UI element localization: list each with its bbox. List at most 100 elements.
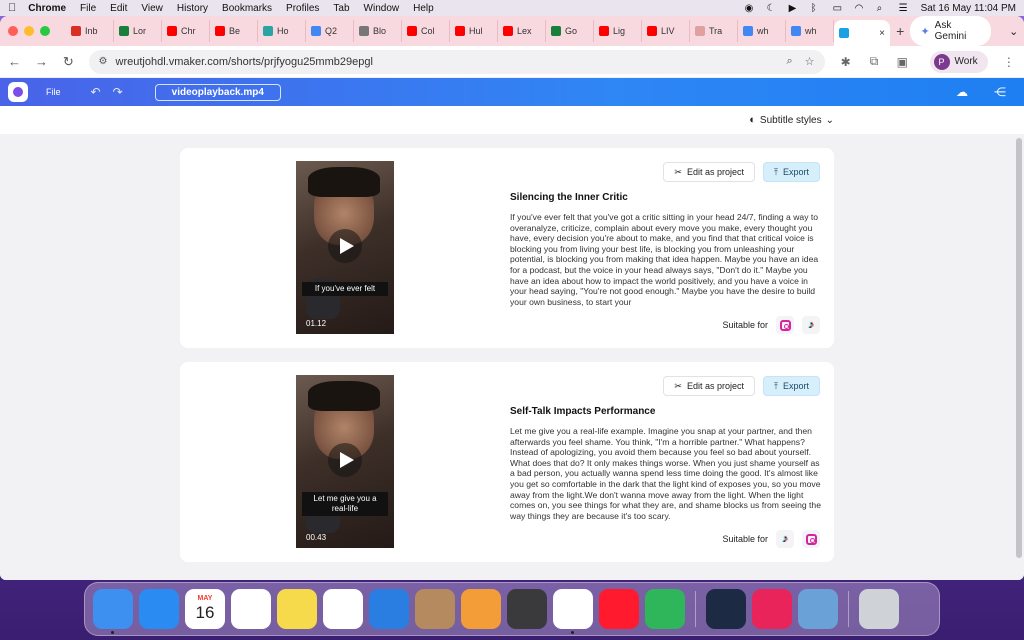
tab-favicon-icon [695,26,705,36]
browser-tab[interactable]: Lex [498,20,546,42]
share-icon[interactable]: ⋲ [994,85,1006,99]
reload-icon[interactable]: ↻ [62,54,75,70]
reading-list-icon[interactable]: ▣ [895,55,909,69]
dock-opera-icon[interactable] [599,589,639,629]
edit-as-project-button[interactable]: ✂ Edit as project [663,162,755,182]
menu-profiles[interactable]: Profiles [286,3,319,14]
zoom-icon[interactable]: ⌕ [786,55,792,68]
close-tab-icon[interactable]: × [879,28,885,39]
dock-quicktime-icon[interactable] [706,589,746,629]
browser-tab[interactable]: Inb [66,20,114,42]
zoom-window-button[interactable] [40,26,50,36]
browser-tab[interactable]: LIV [642,20,690,42]
menu-history[interactable]: History [177,3,208,14]
back-icon[interactable]: ← [8,54,21,69]
browser-tab[interactable]: Tra [690,20,738,42]
new-tab-button[interactable]: + [890,23,910,39]
url-text[interactable]: wreutjohdl.vmaker.com/shorts/prjfyogu25m… [116,56,373,68]
forward-icon[interactable]: → [35,54,48,69]
control-center-icon[interactable]: ☰ [899,3,911,14]
dock-notes-icon[interactable] [277,589,317,629]
dock-safari-icon[interactable] [139,589,179,629]
instagram-icon[interactable] [802,530,820,548]
dock-contacts-icon[interactable] [415,589,455,629]
avatar: P [933,53,950,70]
browser-tab[interactable]: Go [546,20,594,42]
browser-tab[interactable]: Lor [114,20,162,42]
edit-label: Edit as project [686,381,744,391]
site-info-icon[interactable]: ⚙ [99,56,108,67]
video-thumbnail[interactable]: If you've ever felt 01.12 [296,161,394,334]
dock-reminders-icon[interactable] [231,589,271,629]
browser-tab[interactable]: Chr [162,20,210,42]
browser-tab[interactable]: Col [402,20,450,42]
browser-tab[interactable]: Ho [258,20,306,42]
screen-record-icon[interactable]: ◉ [745,3,757,14]
menu-tab[interactable]: Tab [333,3,349,14]
instagram-icon[interactable] [776,316,794,334]
video-thumbnail[interactable]: Let me give you a real-life 00.43 [296,375,394,548]
browser-tab[interactable]: Lig [594,20,642,42]
dock-calculator-icon[interactable] [507,589,547,629]
browser-tab[interactable]: wh [738,20,786,42]
redo-icon[interactable]: ↷ [113,85,123,99]
dock-creative-cloud-icon[interactable] [752,589,792,629]
ask-gemini-button[interactable]: ✦ Ask Gemini [910,16,992,46]
menu-window[interactable]: Window [364,3,400,14]
battery-icon[interactable]: ▭ [833,3,845,14]
browser-tab[interactable]: Hul [450,20,498,42]
play-icon[interactable] [328,443,362,477]
tiktok-icon[interactable]: ♪ [802,316,820,334]
tab-label: Ho [277,26,289,36]
subtitle-styles-button[interactable]: Subtitle styles [760,115,822,126]
browser-tab[interactable]: Blo [354,20,402,42]
extension-icon[interactable]: ✱ [839,55,853,69]
profile-button[interactable]: P Work [929,50,988,73]
extensions-puzzle-icon[interactable]: ⧉ [867,54,881,69]
tiktok-icon[interactable]: ♪ [776,530,794,548]
scrollbar[interactable] [1016,138,1022,558]
dock-chrome-icon[interactable] [553,589,593,634]
edit-as-project-button[interactable]: ✂ Edit as project [663,376,755,396]
apple-menu-icon[interactable]:  [8,2,16,14]
dock-calendar-icon[interactable]: MAY 16 [185,589,225,629]
dock-trash-icon[interactable] [859,589,899,629]
menu-edit[interactable]: Edit [110,3,127,14]
browser-tab[interactable]: Be [210,20,258,42]
dock-pages-icon[interactable] [461,589,501,629]
cloud-upload-icon[interactable]: ☁ [956,85,968,99]
dock-numbers-icon[interactable] [645,589,685,629]
chevron-down-icon[interactable]: ⌄ [826,115,834,126]
tab-search-icon[interactable]: ⌄ [1009,25,1024,38]
address-bar[interactable]: ⚙ wreutjohdl.vmaker.com/shorts/prjfyogu2… [88,49,825,74]
menu-help[interactable]: Help [413,3,434,14]
export-button[interactable]: ⤒ Export [763,162,820,182]
undo-icon[interactable]: ↶ [91,85,101,99]
menu-app-name[interactable]: Chrome [28,3,66,14]
bookmark-star-icon[interactable]: ☆ [805,55,815,68]
dock-keynote-icon[interactable] [369,589,409,629]
wifi-icon[interactable]: ◠ [855,3,867,14]
dock-freeform-icon[interactable] [323,589,363,629]
spotlight-icon[interactable]: ⌕ [877,3,889,14]
active-browser-tab[interactable]: × [834,20,890,46]
export-button[interactable]: ⤒ Export [763,376,820,396]
menu-file[interactable]: File [80,3,96,14]
minimize-window-button[interactable] [24,26,34,36]
filename-field[interactable]: videoplayback.mp4 [154,83,281,101]
menubar-clock[interactable]: Sat 16 May 11:04 PM [921,3,1016,14]
media-icon[interactable]: ▶ [789,3,801,14]
browser-tab[interactable]: wh [786,20,834,42]
browser-tab[interactable]: Q2 [306,20,354,42]
vmaker-logo-icon[interactable] [8,82,28,102]
dock-preview-icon[interactable] [798,589,838,629]
chrome-menu-icon[interactable]: ⋮ [1002,55,1016,69]
play-icon[interactable] [328,229,362,263]
menu-bookmarks[interactable]: Bookmarks [222,3,272,14]
bluetooth-icon[interactable]: ᛒ [811,3,823,14]
close-window-button[interactable] [8,26,18,36]
file-menu[interactable]: File [46,87,61,97]
moon-icon[interactable]: ☾ [767,3,779,14]
dock-finder-icon[interactable] [93,589,133,634]
menu-view[interactable]: View [141,3,163,14]
